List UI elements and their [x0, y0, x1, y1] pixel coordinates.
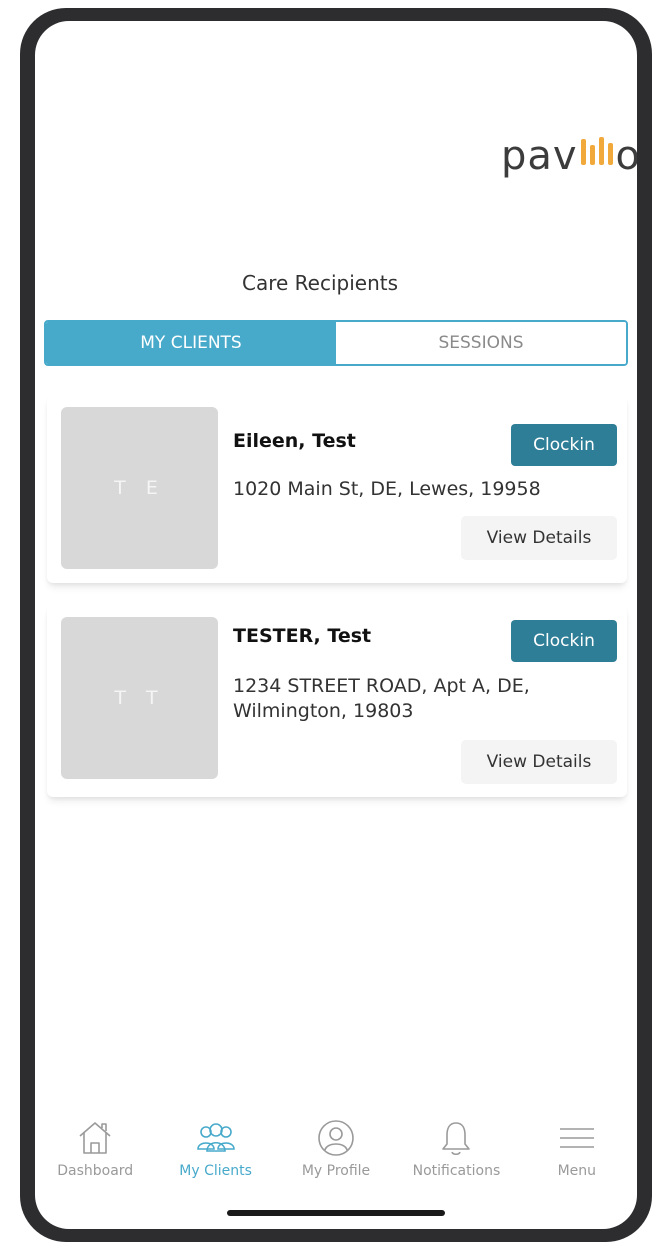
- client-card: T E Eileen, Test 1020 Main St, DE, Lewes…: [47, 395, 627, 583]
- clients-icon: [194, 1116, 238, 1160]
- logo-text-left: pav: [500, 133, 578, 179]
- nav-menu[interactable]: Menu: [517, 1116, 637, 1206]
- device-frame: pav o Care Recipients MY CLIENTS SESSIONS…: [20, 8, 652, 1242]
- client-address: 1020 Main St, DE, Lewes, 19958: [233, 478, 541, 500]
- view-details-button[interactable]: View Details: [461, 740, 617, 784]
- nav-label: My Clients: [179, 1163, 252, 1179]
- page-title: Care Recipients: [241, 271, 398, 295]
- client-avatar: T T: [61, 617, 218, 779]
- clockin-button[interactable]: Clockin: [511, 424, 617, 466]
- pavillio-logo: pav o: [501, 133, 637, 179]
- tab-bar: MY CLIENTS SESSIONS: [44, 320, 628, 366]
- nav-my-clients[interactable]: My Clients: [155, 1116, 275, 1206]
- hamburger-icon: [555, 1116, 599, 1160]
- client-avatar: T E: [61, 407, 218, 569]
- app-screen: pav o Care Recipients MY CLIENTS SESSIONS…: [35, 21, 637, 1229]
- view-details-button[interactable]: View Details: [461, 516, 617, 560]
- home-icon: [73, 1116, 117, 1160]
- nav-label: My Profile: [301, 1163, 371, 1179]
- nav-dashboard[interactable]: Dashboard: [35, 1116, 155, 1206]
- bell-icon: [434, 1116, 478, 1160]
- nav-notifications[interactable]: Notifications: [396, 1116, 516, 1206]
- nav-label: Notifications: [412, 1163, 501, 1179]
- nav-my-profile[interactable]: My Profile: [276, 1116, 396, 1206]
- logo-bars-icon: [579, 137, 615, 169]
- tab-sessions[interactable]: SESSIONS: [336, 322, 626, 364]
- clockin-button[interactable]: Clockin: [511, 620, 617, 662]
- client-address: 1234 STREET ROAD, Apt A, DE, Wilmington,…: [233, 675, 530, 722]
- bottom-nav: Dashboard My Clients My Profile Notifica…: [35, 1116, 637, 1206]
- client-name: Eileen, Test: [233, 430, 356, 452]
- tab-my-clients[interactable]: MY CLIENTS: [46, 322, 336, 364]
- logo-text-right: o: [615, 133, 637, 179]
- home-indicator[interactable]: [227, 1210, 445, 1216]
- client-card: T T TESTER, Test 1234 STREET ROAD, Apt A…: [47, 605, 627, 797]
- profile-icon: [314, 1116, 358, 1160]
- nav-label: Dashboard: [57, 1163, 134, 1179]
- client-name: TESTER, Test: [233, 625, 372, 647]
- nav-label: Menu: [557, 1163, 597, 1179]
